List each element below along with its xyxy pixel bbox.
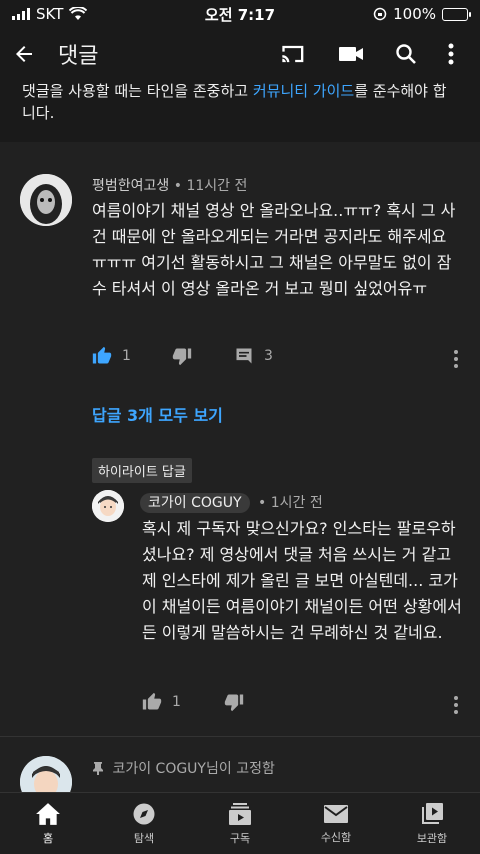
status-bar: SKT 오전 7:17 100% xyxy=(0,0,480,28)
nav-explore[interactable]: 탐색 xyxy=(96,793,192,854)
pin-icon xyxy=(93,762,103,775)
back-arrow-icon[interactable] xyxy=(12,42,36,66)
divider xyxy=(0,736,480,737)
nav-inbox-label: 수신함 xyxy=(320,830,352,844)
comment-text: 여름이야기 채널 영상 안 올라오나요..ㅠㅠ? 혹시 그 사건 때문에 안 올… xyxy=(92,201,456,298)
reply-text: 혹시 제 구독자 맞으신가요? 인스타는 팔로우하셨나요? 제 영상에서 댓글 … xyxy=(142,519,462,642)
comment-time: • 11시간 전 xyxy=(173,178,248,194)
community-guideline-notice: 댓글을 사용할 때는 타인을 존중하고 커뮤니티 가이드를 준수해야 합니다. xyxy=(0,80,480,142)
like-count: 1 xyxy=(122,348,131,364)
nav-home-label: 홈 xyxy=(42,831,54,845)
battery-icon xyxy=(442,7,471,21)
dislike-icon[interactable] xyxy=(224,692,244,712)
highlight-reply-tag: 하이라이트 답글 xyxy=(92,458,192,483)
more-vert-icon[interactable] xyxy=(448,43,454,65)
reply-more-icon[interactable] xyxy=(453,696,459,714)
comment-author[interactable]: 평범한여고생 xyxy=(92,178,169,194)
nav-library-label: 보관함 xyxy=(416,831,448,845)
carrier-label: SKT xyxy=(36,5,64,23)
camera-icon[interactable] xyxy=(338,44,364,64)
comment-more-icon[interactable] xyxy=(453,350,459,368)
page-title: 댓글 xyxy=(58,44,99,69)
reply-icon[interactable] xyxy=(234,346,254,366)
nav-home[interactable]: 홈 xyxy=(0,793,96,854)
app-bar: 댓글 xyxy=(0,28,480,80)
comment-meta: 평범한여고생 • 11시간 전 xyxy=(92,175,247,195)
status-time: 오전 7:17 xyxy=(204,5,276,24)
pinned-text: 코가이 COGUY님이 고정함 xyxy=(112,761,275,777)
view-all-replies-button[interactable]: 답글 3개 모두 보기 xyxy=(92,402,223,426)
nav-explore-label: 탐색 xyxy=(133,831,155,845)
reply-meta: 코가이 COGUY • 1시간 전 xyxy=(140,492,323,513)
pinned-label: 코가이 COGUY님이 고정함 xyxy=(92,758,275,778)
guideline-text: 댓글을 사용할 때는 타인을 존중하고 xyxy=(22,82,253,100)
mail-icon xyxy=(324,804,348,823)
bottom-nav: 홈 탐색 구독 수신함 보관함 xyxy=(0,792,480,854)
compass-icon xyxy=(133,803,155,824)
reply-actions: 1 xyxy=(142,692,244,712)
nav-subscriptions-label: 구독 xyxy=(229,831,251,845)
home-icon xyxy=(36,802,60,825)
subscriptions-icon xyxy=(229,802,251,825)
battery-label: 100% xyxy=(393,5,436,23)
wifi-icon xyxy=(69,7,88,20)
community-guidelines-link[interactable]: 커뮤니티 가이드 xyxy=(253,82,354,100)
nav-subscriptions[interactable]: 구독 xyxy=(192,793,288,854)
avatar[interactable] xyxy=(92,490,124,522)
reply-time: • 1시간 전 xyxy=(258,495,323,511)
like-icon[interactable] xyxy=(142,692,162,712)
nav-library[interactable]: 보관함 xyxy=(384,793,480,854)
signal-icon xyxy=(12,8,30,20)
library-icon xyxy=(422,802,443,824)
comment-actions: 1 3 xyxy=(92,346,273,366)
reply-author-chip[interactable]: 코가이 COGUY xyxy=(140,493,250,513)
search-icon[interactable] xyxy=(394,42,418,66)
avatar[interactable] xyxy=(20,174,72,226)
like-icon[interactable] xyxy=(92,346,112,366)
cast-icon[interactable] xyxy=(280,42,308,66)
like-count: 1 xyxy=(172,694,181,710)
reply-count: 3 xyxy=(264,348,273,364)
nav-inbox[interactable]: 수신함 xyxy=(288,793,384,854)
rotation-lock-icon xyxy=(373,7,387,21)
dislike-icon[interactable] xyxy=(172,346,192,366)
